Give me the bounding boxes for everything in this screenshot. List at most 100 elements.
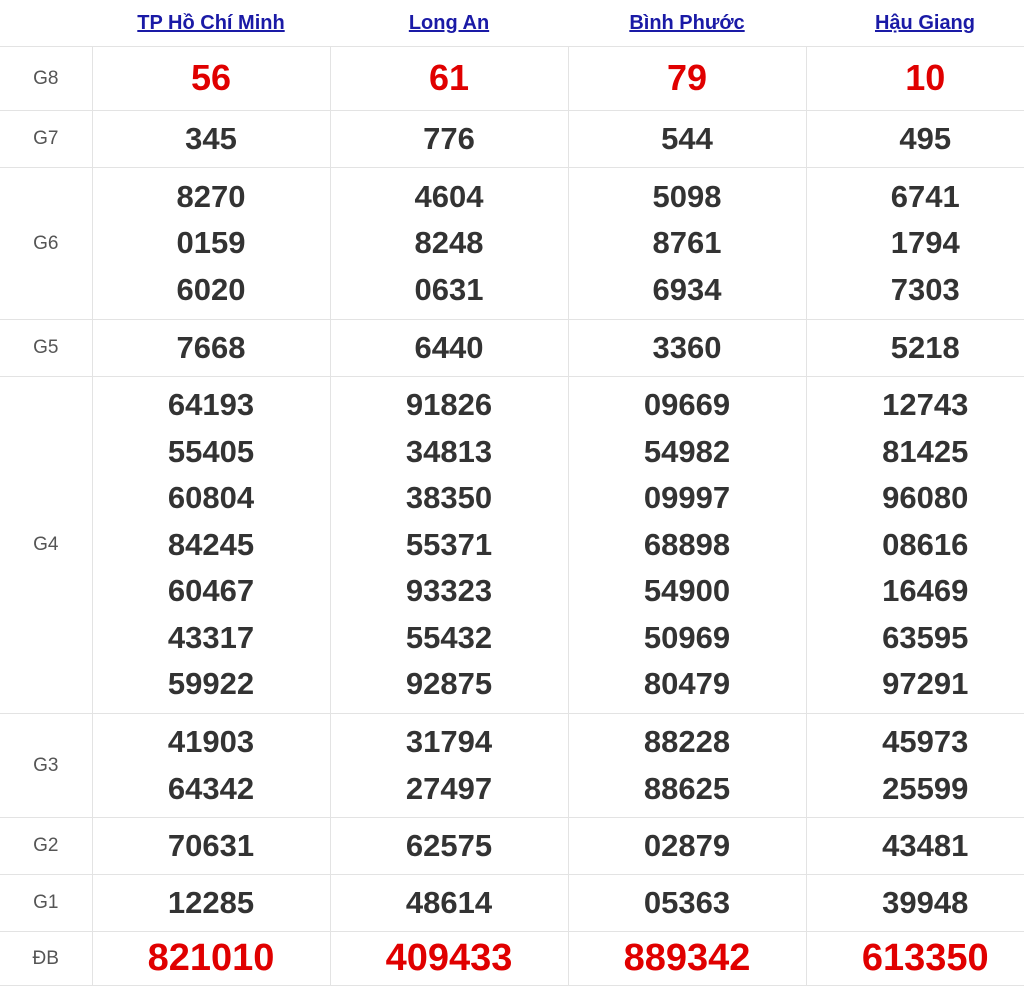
result-number: 96080 <box>807 475 1024 522</box>
result-cell: 509887616934 <box>568 168 806 320</box>
result-number: 776 <box>331 116 568 163</box>
result-number: 91826 <box>331 382 568 429</box>
result-number: 55371 <box>331 522 568 569</box>
result-number: 55432 <box>331 615 568 662</box>
result-cell: 674117947303 <box>806 168 1024 320</box>
result-number: 60467 <box>93 568 330 615</box>
province-header: Long An <box>330 0 568 47</box>
result-cell: 48614 <box>330 875 568 932</box>
result-cell: 62575 <box>330 818 568 875</box>
result-number: 12743 <box>807 382 1024 429</box>
result-number: 70631 <box>93 823 330 870</box>
result-cell: 827001596020 <box>92 168 330 320</box>
result-number: 38350 <box>331 475 568 522</box>
province-link-hau-giang[interactable]: Hậu Giang <box>875 12 975 34</box>
result-cell: 409433 <box>330 932 568 986</box>
result-cell: 889342 <box>568 932 806 986</box>
result-cell: 460482480631 <box>330 168 568 320</box>
result-number: 62575 <box>331 823 568 870</box>
result-number: 6934 <box>569 267 806 314</box>
lottery-results-table: TP Hồ Chí Minh Long An Bình Phước Hậu Gi… <box>0 0 1024 986</box>
result-number: 6020 <box>93 267 330 314</box>
result-number: 48614 <box>331 880 568 927</box>
result-number: 64193 <box>93 382 330 429</box>
result-cell: 5218 <box>806 320 1024 377</box>
result-number: 64342 <box>93 766 330 813</box>
prize-label: G1 <box>0 875 92 932</box>
prize-row-g3: G341903643423179427497882288862545973255… <box>0 714 1024 818</box>
prize-label: G3 <box>0 714 92 818</box>
result-number: 68898 <box>569 522 806 569</box>
result-number: 12285 <box>93 880 330 927</box>
result-number: 02879 <box>569 823 806 870</box>
result-number: 56 <box>93 55 330 102</box>
result-cell: 613350 <box>806 932 1024 986</box>
result-number: 8761 <box>569 220 806 267</box>
result-cell: 3179427497 <box>330 714 568 818</box>
result-number: 79 <box>569 55 806 102</box>
result-cell: 43481 <box>806 818 1024 875</box>
result-cell: 10 <box>806 47 1024 111</box>
result-number: 10 <box>807 55 1024 102</box>
result-cell: 776 <box>330 111 568 168</box>
result-number: 0159 <box>93 220 330 267</box>
result-number: 5218 <box>807 325 1024 372</box>
result-number: 45973 <box>807 719 1024 766</box>
result-number: 4604 <box>331 174 568 221</box>
prize-label: G4 <box>0 377 92 714</box>
prize-row-db: ĐB821010409433889342613350 <box>0 932 1024 986</box>
result-cell: 91826348133835055371933235543292875 <box>330 377 568 714</box>
result-number: 55405 <box>93 429 330 476</box>
result-number: 345 <box>93 116 330 163</box>
result-number: 43317 <box>93 615 330 662</box>
result-number: 1794 <box>807 220 1024 267</box>
prize-label: G2 <box>0 818 92 875</box>
result-number: 7303 <box>807 267 1024 314</box>
result-number: 31794 <box>331 719 568 766</box>
prize-label: G8 <box>0 47 92 111</box>
result-number: 544 <box>569 116 806 163</box>
result-cell: 05363 <box>568 875 806 932</box>
result-cell: 12285 <box>92 875 330 932</box>
prize-row-g6: G682700159602046048248063150988761693467… <box>0 168 1024 320</box>
result-number: 60804 <box>93 475 330 522</box>
province-header: TP Hồ Chí Minh <box>92 0 330 47</box>
result-number: 88625 <box>569 766 806 813</box>
result-cell: 79 <box>568 47 806 111</box>
result-number: 495 <box>807 116 1024 163</box>
result-cell: 12743814259608008616164696359597291 <box>806 377 1024 714</box>
result-cell: 70631 <box>92 818 330 875</box>
result-cell: 09669549820999768898549005096980479 <box>568 377 806 714</box>
province-link-binh-phuoc[interactable]: Bình Phước <box>629 12 744 34</box>
result-cell: 345 <box>92 111 330 168</box>
result-number: 88228 <box>569 719 806 766</box>
province-header: Bình Phước <box>568 0 806 47</box>
result-number: 409433 <box>331 935 568 982</box>
result-number: 80479 <box>569 661 806 708</box>
result-number: 5098 <box>569 174 806 221</box>
result-cell: 6440 <box>330 320 568 377</box>
result-cell: 544 <box>568 111 806 168</box>
result-number: 84245 <box>93 522 330 569</box>
result-number: 50969 <box>569 615 806 662</box>
result-number: 8270 <box>93 174 330 221</box>
result-number: 81425 <box>807 429 1024 476</box>
header-row: TP Hồ Chí Minh Long An Bình Phước Hậu Gi… <box>0 0 1024 47</box>
province-link-tp-ho-chi-minh[interactable]: TP Hồ Chí Minh <box>137 12 284 34</box>
result-number: 889342 <box>569 935 806 982</box>
prize-row-g7: G7345776544495 <box>0 111 1024 168</box>
prize-label: G6 <box>0 168 92 320</box>
province-link-long-an[interactable]: Long An <box>409 12 489 34</box>
province-header: Hậu Giang <box>806 0 1024 47</box>
result-number: 97291 <box>807 661 1024 708</box>
result-number: 0631 <box>331 267 568 314</box>
result-cell: 64193554056080484245604674331759922 <box>92 377 330 714</box>
result-cell: 4190364342 <box>92 714 330 818</box>
result-cell: 61 <box>330 47 568 111</box>
result-number: 54900 <box>569 568 806 615</box>
result-number: 613350 <box>807 935 1024 982</box>
result-number: 34813 <box>331 429 568 476</box>
result-cell: 56 <box>92 47 330 111</box>
prize-label: ĐB <box>0 932 92 986</box>
result-cell: 4597325599 <box>806 714 1024 818</box>
